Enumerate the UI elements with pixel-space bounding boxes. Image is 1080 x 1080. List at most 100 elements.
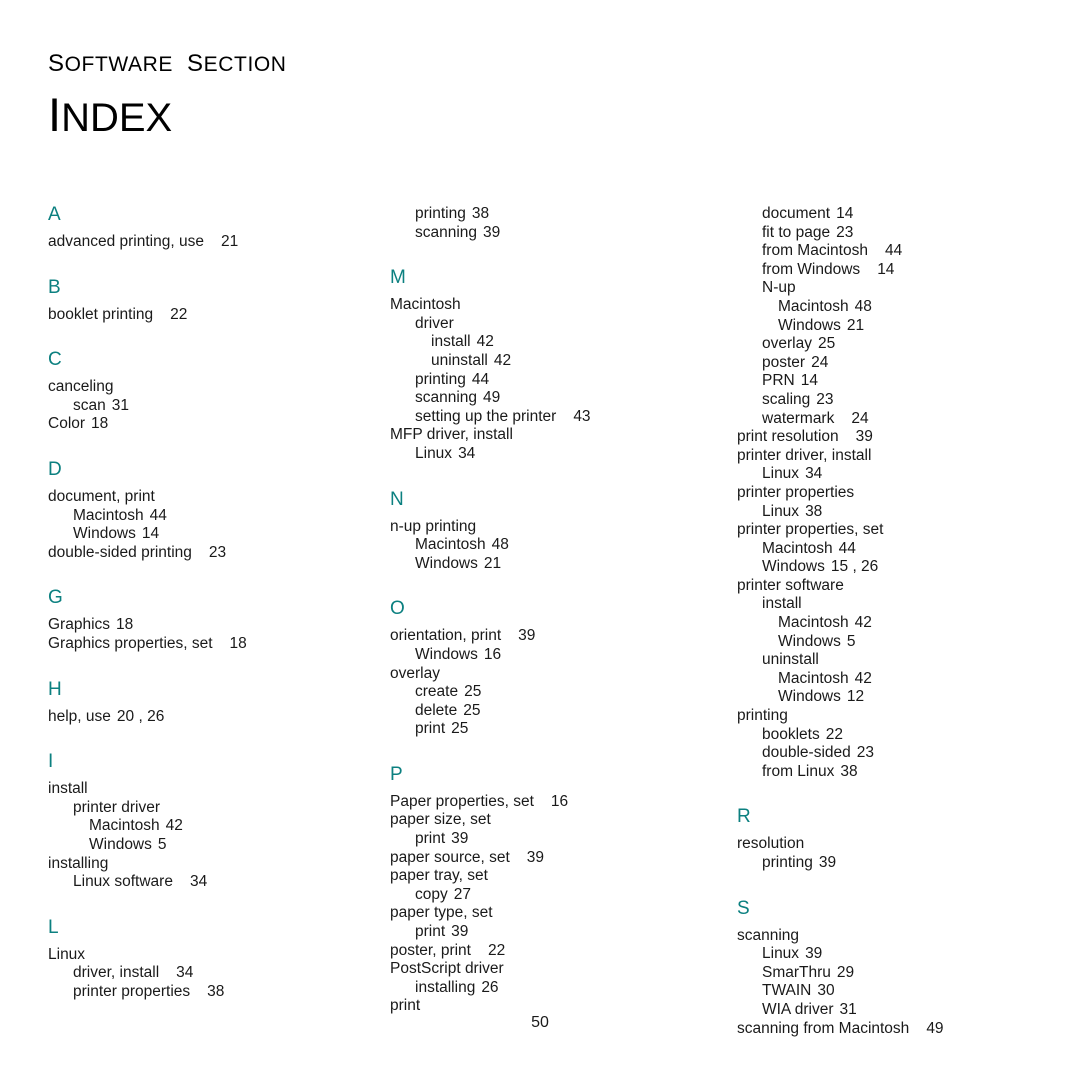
index-entry[interactable]: uninstall 42 — [390, 352, 690, 371]
index-entry[interactable]: from Macintosh 44 — [737, 242, 1037, 261]
index-entry[interactable]: print 39 — [390, 830, 690, 849]
index-entry[interactable]: setting up the printer 43 — [390, 408, 690, 427]
index-entry[interactable]: Windows 15 , 26 — [737, 558, 1037, 577]
index-entry[interactable]: document, print — [48, 488, 348, 507]
index-entry[interactable]: Windows 5 — [48, 836, 348, 855]
index-entry[interactable]: Paper properties, set 16 — [390, 793, 690, 812]
index-entry[interactable]: scaling 23 — [737, 391, 1037, 410]
index-entry[interactable]: printer driver, install — [737, 447, 1037, 466]
index-entry[interactable]: watermark 24 — [737, 410, 1037, 429]
index-entry[interactable]: Windows 12 — [737, 688, 1037, 707]
index-entry[interactable]: double-sided printing 23 — [48, 544, 348, 563]
index-entry-label: N-up — [762, 279, 796, 297]
index-entry[interactable]: document 14 — [737, 205, 1037, 224]
index-entry-label: PostScript driver — [390, 960, 504, 978]
index-entry[interactable]: driver, install 34 — [48, 964, 348, 983]
index-entry[interactable]: PostScript driver — [390, 960, 690, 979]
index-entry[interactable]: Linux — [48, 946, 348, 965]
index-entry-label: help, use — [48, 707, 111, 725]
index-entry[interactable]: printer software — [737, 577, 1037, 596]
index-entry[interactable]: advanced printing, use 21 — [48, 233, 348, 252]
index-entry[interactable]: booklet printing 22 — [48, 306, 348, 325]
index-entry[interactable]: Macintosh 48 — [737, 298, 1037, 317]
index-entry[interactable]: Macintosh 48 — [390, 536, 690, 555]
index-entry[interactable]: Windows 21 — [737, 317, 1037, 336]
index-entry[interactable]: Linux 34 — [390, 445, 690, 464]
index-entry[interactable]: paper type, set — [390, 904, 690, 923]
index-entry[interactable]: Linux 39 — [737, 945, 1037, 964]
index-entry[interactable]: delete 25 — [390, 702, 690, 721]
index-letter-heading: L — [48, 916, 59, 938]
index-entry[interactable]: installing 26 — [390, 979, 690, 998]
index-entry[interactable]: paper size, set — [390, 811, 690, 830]
index-entry[interactable]: Graphics properties, set 18 — [48, 635, 348, 654]
index-letter-block: Hhelp, use 20 , 26 — [48, 680, 348, 727]
index-entry[interactable]: overlay 25 — [737, 335, 1037, 354]
index-entry[interactable]: install — [48, 780, 348, 799]
index-entry[interactable]: printer driver — [48, 799, 348, 818]
index-entry[interactable]: poster, print 22 — [390, 942, 690, 961]
index-entry[interactable]: fit to page 23 — [737, 224, 1037, 243]
index-entry[interactable]: Windows 16 — [390, 646, 690, 665]
index-entry[interactable]: Macintosh 44 — [48, 507, 348, 526]
index-entry[interactable]: poster 24 — [737, 354, 1037, 373]
index-entry[interactable]: Windows 5 — [737, 633, 1037, 652]
index-entry[interactable]: help, use 20 , 26 — [48, 708, 348, 727]
index-entry-label: Windows — [89, 835, 152, 853]
index-entry[interactable]: install — [737, 595, 1037, 614]
index-entry[interactable]: scan 31 — [48, 397, 348, 416]
index-entry[interactable]: PRN 14 — [737, 372, 1037, 391]
index-entry[interactable]: print 25 — [390, 720, 690, 739]
index-entry-page-number: 42 — [476, 333, 494, 351]
index-entry[interactable]: Macintosh 42 — [737, 670, 1037, 689]
index-entry[interactable]: paper tray, set — [390, 867, 690, 886]
index-entry[interactable]: Macintosh 42 — [48, 817, 348, 836]
index-entry[interactable]: from Windows 14 — [737, 261, 1037, 280]
index-entry[interactable]: scanning 49 — [390, 389, 690, 408]
index-entry[interactable]: copy 27 — [390, 886, 690, 905]
index-entry[interactable]: n-up printing — [390, 518, 690, 537]
index-entry[interactable]: Linux software 34 — [48, 873, 348, 892]
index-entry[interactable]: overlay — [390, 665, 690, 684]
index-entry[interactable]: from Linux 38 — [737, 763, 1037, 782]
index-entry[interactable]: Macintosh 42 — [737, 614, 1037, 633]
index-entry[interactable]: printing 38 — [390, 205, 690, 224]
index-entry[interactable]: Linux 34 — [737, 465, 1037, 484]
index-entry[interactable]: Macintosh 44 — [737, 540, 1037, 559]
index-entry[interactable]: Graphics 18 — [48, 616, 348, 635]
index-entry[interactable]: installing — [48, 855, 348, 874]
index-entry[interactable]: Windows 21 — [390, 555, 690, 574]
index-entry[interactable]: printer properties 38 — [48, 983, 348, 1002]
index-entry[interactable]: booklets 22 — [737, 726, 1037, 745]
index-entry[interactable]: SmarThru 29 — [737, 964, 1037, 983]
index-entry[interactable]: TWAIN 30 — [737, 982, 1037, 1001]
index-entry[interactable]: uninstall — [737, 651, 1037, 670]
index-entry[interactable]: driver — [390, 315, 690, 334]
index-entry[interactable]: printing — [737, 707, 1037, 726]
index-entry[interactable]: Linux 38 — [737, 503, 1037, 522]
index-entry[interactable]: canceling — [48, 378, 348, 397]
index-entry[interactable]: orientation, print 39 — [390, 627, 690, 646]
index-entry[interactable]: Windows 14 — [48, 525, 348, 544]
index-entry[interactable]: print 39 — [390, 923, 690, 942]
index-entry[interactable]: paper source, set 39 — [390, 849, 690, 868]
index-entry[interactable]: N-up — [737, 279, 1037, 298]
index-entry[interactable]: resolution — [737, 835, 1037, 854]
index-entry[interactable]: scanning 39 — [390, 224, 690, 243]
index-entry[interactable]: create 25 — [390, 683, 690, 702]
index-entry[interactable]: scanning — [737, 927, 1037, 946]
index-entry-label: printing — [737, 707, 788, 725]
index-entry[interactable]: Macintosh — [390, 296, 690, 315]
index-entry[interactable]: Color 18 — [48, 415, 348, 434]
index-entry[interactable]: double-sided 23 — [737, 744, 1037, 763]
index-entry[interactable]: install 42 — [390, 333, 690, 352]
index-entry-label: from Windows — [762, 260, 861, 278]
index-entry[interactable]: printing 39 — [737, 854, 1037, 873]
index-entry-page-number: 27 — [453, 885, 471, 903]
index-entry[interactable]: print resolution 39 — [737, 428, 1037, 447]
index-entry-page-number: 44 — [471, 370, 490, 388]
index-entry[interactable]: printer properties, set — [737, 521, 1037, 540]
index-entry[interactable]: printer properties — [737, 484, 1037, 503]
index-entry[interactable]: MFP driver, install — [390, 426, 690, 445]
index-entry[interactable]: printing 44 — [390, 371, 690, 390]
